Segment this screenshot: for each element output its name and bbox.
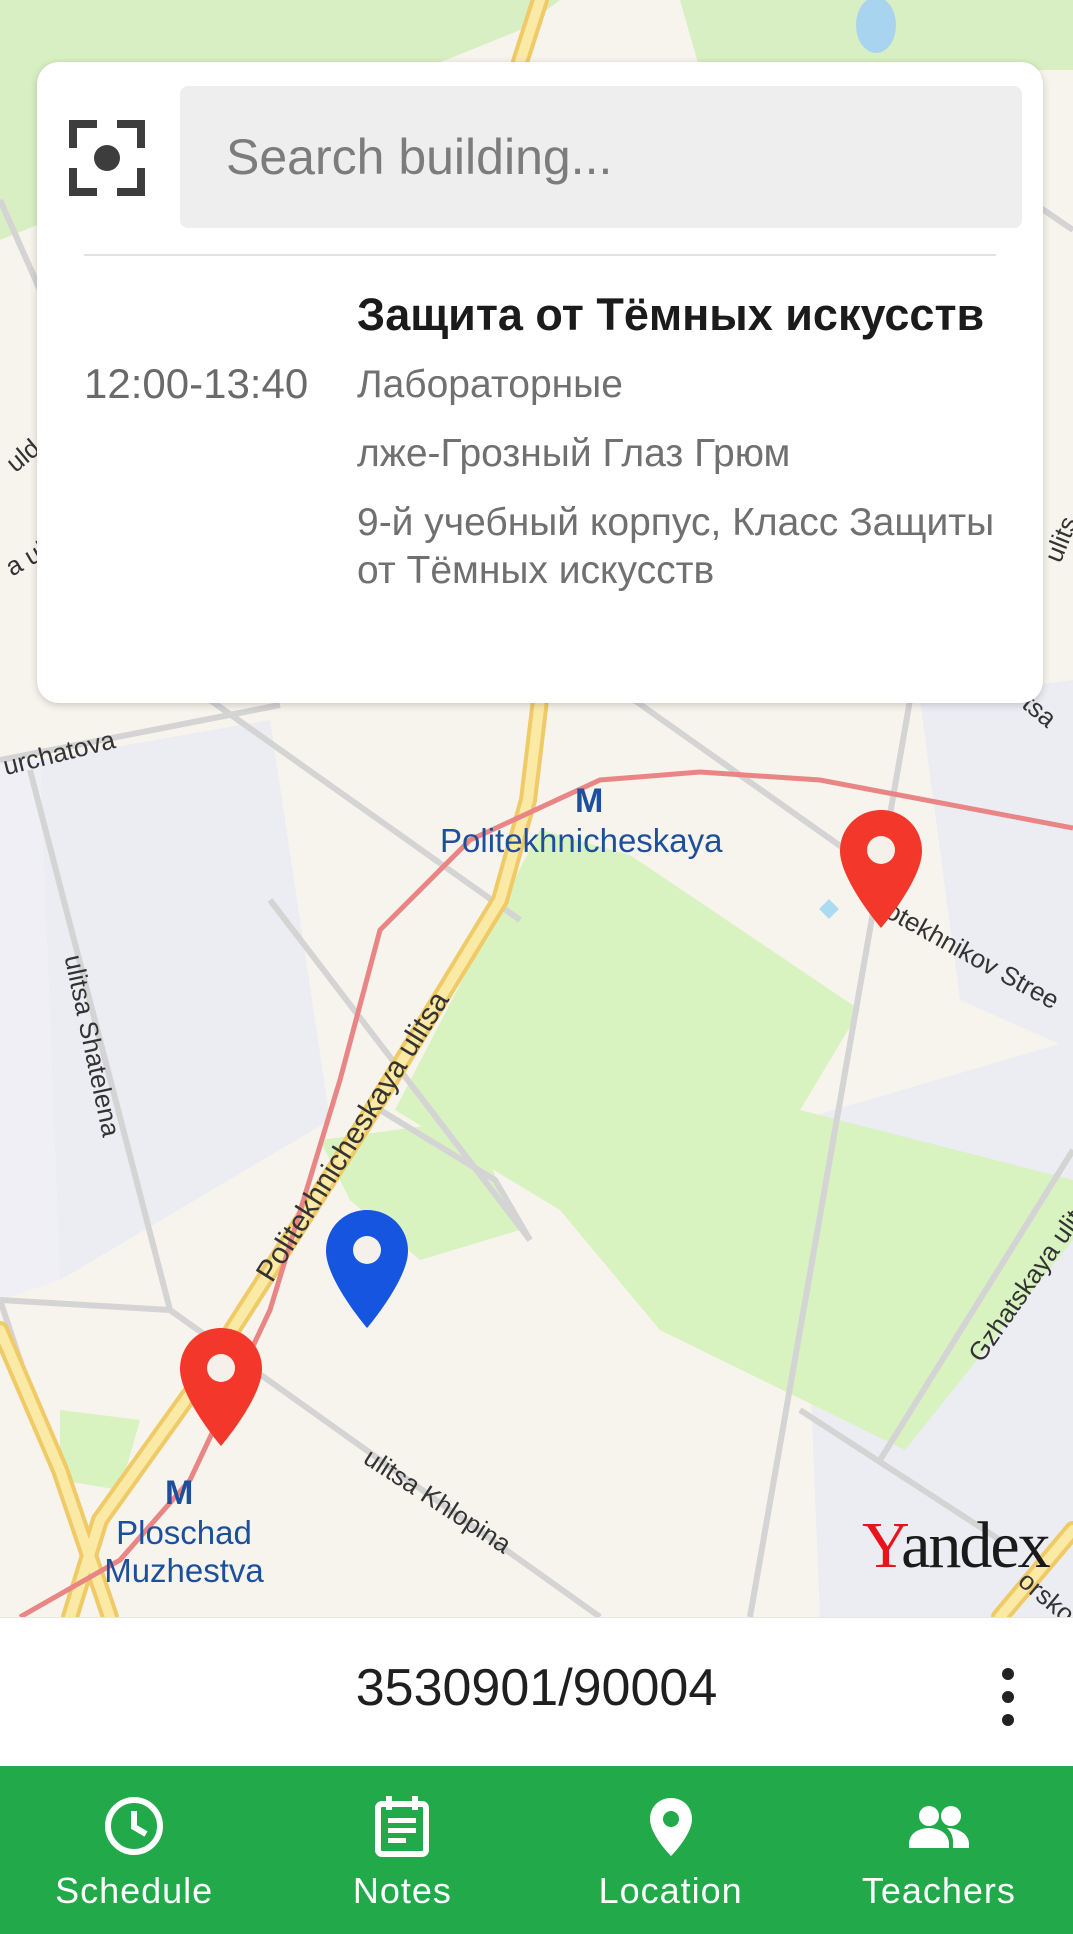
scan-icon bbox=[69, 120, 145, 196]
nav-item-notes[interactable]: Notes bbox=[268, 1766, 536, 1934]
scan-qr-button[interactable] bbox=[67, 118, 147, 198]
notes-icon bbox=[375, 1796, 430, 1857]
lesson-time: 12:00-13:40 bbox=[84, 360, 309, 407]
lesson-info: Защита от Тёмных искусств Лабораторные л… bbox=[357, 286, 1017, 616]
metro-station-name-line1: Ploschad bbox=[116, 1514, 252, 1551]
people-icon bbox=[908, 1806, 969, 1848]
lesson-item[interactable]: 12:00-13:40 Защита от Тёмных искусств Ла… bbox=[37, 256, 1043, 696]
metro-station-name-line2: Muzhestva bbox=[104, 1552, 264, 1589]
nav-label: Teachers bbox=[861, 1870, 1016, 1911]
lesson-type: Лабораторные bbox=[357, 363, 623, 406]
nav-label: Notes bbox=[352, 1870, 452, 1911]
yandex-logo: Yandex bbox=[862, 1509, 1051, 1582]
metro-station-ploschad-muzhestva[interactable]: Ploschad Muzhestva bbox=[94, 1514, 274, 1590]
lesson-title: Защита от Тёмных искусств bbox=[357, 289, 985, 340]
lesson-location: 9-й учебный корпус, Класс Защиты от Тёмн… bbox=[357, 501, 995, 592]
metro-station-politekhnicheskaya[interactable]: Politekhnicheskaya bbox=[440, 822, 723, 860]
app-screen: urchatova Politekhnicheskaya ulitsa ulit… bbox=[0, 0, 1073, 1934]
nav-label: Location bbox=[598, 1870, 743, 1911]
clock-icon bbox=[105, 1797, 164, 1855]
search-card: 12:00-13:40 Защита от Тёмных искусств Ла… bbox=[37, 62, 1043, 703]
building-marker-red-icon[interactable] bbox=[838, 808, 924, 930]
nav-item-schedule[interactable]: Schedule bbox=[0, 1766, 268, 1934]
metro-icon: M bbox=[165, 1474, 194, 1512]
nav-label: Schedule bbox=[55, 1870, 214, 1911]
building-marker-red-icon[interactable] bbox=[178, 1326, 264, 1448]
metro-icon: M bbox=[575, 782, 604, 820]
search-building-input[interactable] bbox=[180, 86, 1022, 228]
bottom-navigation: Schedule Notes Location Teachers bbox=[0, 1766, 1073, 1934]
nav-item-teachers[interactable]: Teachers bbox=[805, 1766, 1073, 1934]
nav-item-location[interactable]: Location bbox=[537, 1766, 805, 1934]
more-vert-icon[interactable] bbox=[990, 1662, 1026, 1732]
lesson-teacher: лже-Грозный Глаз Грюм bbox=[357, 432, 791, 475]
location-pin-icon bbox=[649, 1798, 692, 1856]
current-location-marker-blue-icon[interactable] bbox=[324, 1208, 410, 1330]
group-number[interactable]: 3530901/90004 bbox=[0, 1658, 1073, 1718]
group-bar: 3530901/90004 bbox=[0, 1617, 1073, 1767]
